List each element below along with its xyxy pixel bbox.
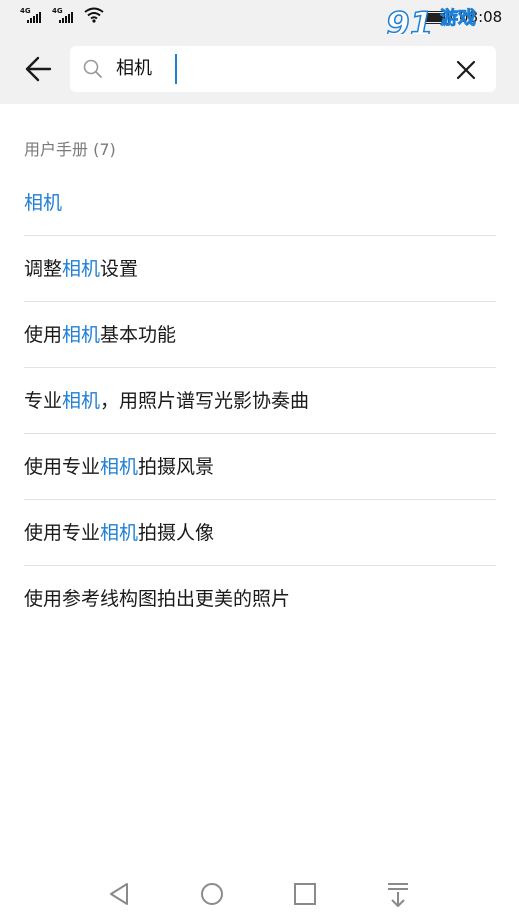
- wifi-icon: [84, 7, 104, 23]
- result-item[interactable]: 调整相机设置: [24, 236, 496, 302]
- result-item[interactable]: 使用专业相机拍摄风景: [24, 434, 496, 500]
- back-button[interactable]: [20, 51, 60, 87]
- result-text: 调整: [24, 258, 63, 280]
- nav-notification-icon[interactable]: [384, 880, 412, 908]
- search-icon: [83, 59, 102, 78]
- search-header: [0, 34, 519, 104]
- nav-back-icon[interactable]: [106, 880, 134, 908]
- result-text: 基本功能: [100, 324, 177, 346]
- result-text: 使用专业: [24, 456, 101, 478]
- close-icon: [456, 60, 476, 80]
- result-list: 相机 调整相机设置 使用相机基本功能 专业相机，用照片谱写光影协奏曲 使用专业相机拍摄风…: [0, 174, 519, 632]
- clear-search-button[interactable]: [452, 56, 480, 84]
- result-highlight-text: 相机: [62, 324, 101, 346]
- result-item[interactable]: 使用专业相机拍摄人像: [24, 500, 496, 566]
- result-item[interactable]: 相机: [24, 174, 496, 236]
- nav-recents-icon[interactable]: [291, 880, 319, 908]
- section-title: 用户手册 (7): [24, 140, 116, 159]
- result-highlight-text: 相机: [62, 390, 101, 412]
- result-text: 使用参考线构图拍出更美的照片: [24, 588, 291, 610]
- result-highlight-text: 相机: [100, 456, 139, 478]
- result-highlight-text: 相机: [100, 522, 139, 544]
- result-item[interactable]: 使用参考线构图拍出更美的照片: [24, 566, 496, 632]
- svg-text:游戏: 游戏: [440, 7, 476, 29]
- result-text: 专业: [24, 390, 63, 412]
- result-text: 拍摄风景: [138, 456, 215, 478]
- result-text: 使用: [24, 324, 63, 346]
- result-text: 使用专业: [24, 522, 101, 544]
- search-box[interactable]: [70, 46, 496, 92]
- result-item[interactable]: 专业相机，用照片谱写光影协奏曲: [24, 368, 496, 434]
- nav-home-icon[interactable]: [198, 880, 226, 908]
- system-nav-bar: [0, 862, 519, 922]
- result-text: 拍摄人像: [138, 522, 215, 544]
- result-text: ，用照片谱写光影协奏曲: [100, 390, 310, 412]
- result-item[interactable]: 使用相机基本功能: [24, 302, 496, 368]
- result-highlight-text: 相机: [62, 258, 101, 280]
- arrow-left-icon: [25, 56, 52, 82]
- search-input[interactable]: [116, 46, 416, 92]
- result-text: 设置: [100, 258, 139, 280]
- text-cursor: [175, 54, 177, 84]
- result-highlight-text: 相机: [24, 192, 63, 214]
